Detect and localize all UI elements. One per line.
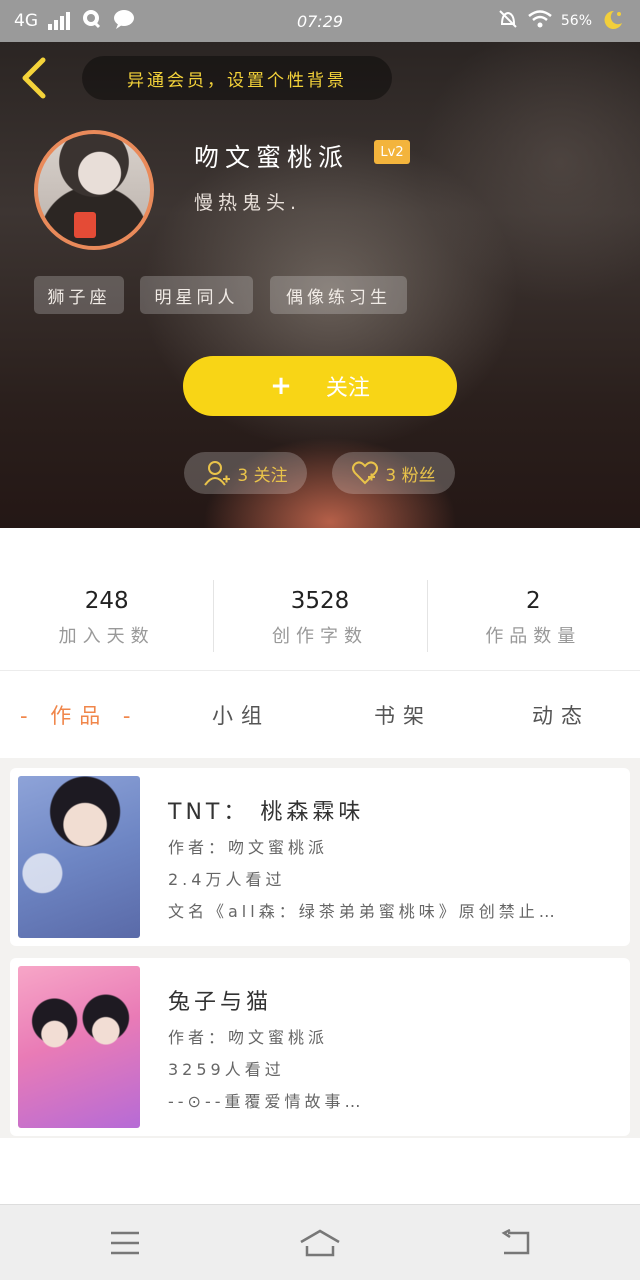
followers-button[interactable]: 3 粉丝 bbox=[332, 452, 455, 494]
work-views: 3259人看过 bbox=[168, 1060, 285, 1079]
stat-label: 加入天数 bbox=[58, 626, 155, 647]
work-description: 文名《all森：绿茶弟弟蜜桃味》原创禁止… bbox=[168, 902, 559, 921]
menu-button[interactable] bbox=[102, 1223, 148, 1263]
battery-label: 56% bbox=[560, 13, 592, 29]
stat-works-count: 2 作品数量 bbox=[426, 578, 640, 654]
user-bio: 慢热鬼头. bbox=[194, 192, 302, 214]
plus-icon: + bbox=[270, 371, 292, 401]
stat-word-count: 3528 创作字数 bbox=[213, 578, 426, 654]
tab-activity[interactable]: 动态 bbox=[532, 700, 590, 730]
stat-days-joined: 248 加入天数 bbox=[0, 578, 213, 654]
menu-icon bbox=[111, 1231, 139, 1255]
stat-label: 作品数量 bbox=[485, 626, 582, 647]
work-title: 兔子与猫 bbox=[168, 990, 273, 1015]
follow-label: 关注 bbox=[325, 376, 370, 401]
username: 吻文蜜桃派 bbox=[194, 143, 350, 172]
tab-bookshelf[interactable]: 书架 bbox=[374, 700, 432, 730]
tab-bar: - 作品 - 小组 书架 动态 bbox=[0, 690, 640, 746]
tag-celebrity-fanfic[interactable]: 明星同人 bbox=[140, 276, 253, 314]
stat-value: 3528 bbox=[290, 588, 350, 614]
work-title: TNT： 桃森霖味 bbox=[168, 800, 365, 825]
home-icon bbox=[300, 1229, 340, 1257]
back-button[interactable] bbox=[14, 54, 54, 102]
tab-groups[interactable]: 小组 bbox=[212, 700, 270, 730]
chat-icon bbox=[112, 8, 136, 35]
work-description: --⊙--重覆爱情故事… bbox=[168, 1092, 365, 1111]
tag-idol-trainee[interactable]: 偶像练习生 bbox=[270, 276, 407, 314]
tab-works[interactable]: - 作品 - bbox=[20, 700, 139, 730]
stats-row: 248 加入天数 3528 创作字数 2 作品数量 bbox=[0, 578, 640, 654]
qq-icon bbox=[80, 8, 102, 35]
divider bbox=[0, 670, 640, 671]
set-background-banner[interactable]: 异通会员，设置个性背景 bbox=[82, 56, 392, 100]
signal-icon bbox=[48, 12, 70, 30]
work-card[interactable]: TNT： 桃森霖味 作者：吻文蜜桃派 2.4万人看过 文名《all森：绿茶弟弟蜜… bbox=[10, 768, 630, 946]
add-user-icon bbox=[204, 461, 231, 486]
work-author: 作者：吻文蜜桃派 bbox=[168, 1028, 329, 1047]
level-badge: Lv2 bbox=[374, 140, 410, 164]
followers-count: 3 粉丝 bbox=[385, 465, 436, 486]
work-cover[interactable] bbox=[18, 966, 140, 1128]
follow-button[interactable]: + 关注 bbox=[183, 356, 457, 416]
system-nav-bar bbox=[0, 1204, 640, 1280]
stat-value: 2 bbox=[526, 588, 541, 614]
status-bar: 4G 07:29 56% bbox=[0, 0, 640, 42]
tag-zodiac[interactable]: 狮子座 bbox=[34, 276, 124, 314]
work-cover[interactable] bbox=[18, 776, 140, 938]
wifi-icon bbox=[527, 9, 553, 33]
stat-value: 248 bbox=[84, 588, 129, 614]
mute-icon bbox=[497, 8, 519, 34]
following-button[interactable]: 3 关注 bbox=[184, 452, 307, 494]
work-card[interactable]: 兔子与猫 作者：吻文蜜桃派 3259人看过 --⊙--重覆爱情故事… bbox=[10, 958, 630, 1136]
following-count: 3 关注 bbox=[237, 465, 288, 486]
chevron-left-icon bbox=[22, 57, 46, 99]
stat-label: 创作字数 bbox=[271, 626, 368, 647]
work-author: 作者：吻文蜜桃派 bbox=[168, 838, 329, 857]
battery-icon bbox=[600, 8, 626, 34]
back-icon bbox=[501, 1229, 530, 1255]
work-views: 2.4万人看过 bbox=[168, 870, 286, 889]
avatar[interactable] bbox=[34, 130, 154, 250]
profile-header: 异通会员，设置个性背景 吻文蜜桃派 Lv2 慢热鬼头. 狮子座 明星同人 偶像练… bbox=[0, 42, 640, 528]
heart-plus-icon bbox=[352, 461, 379, 485]
home-button[interactable] bbox=[297, 1223, 343, 1263]
back-nav-button[interactable] bbox=[492, 1223, 538, 1263]
network-label: 4G bbox=[14, 11, 38, 31]
